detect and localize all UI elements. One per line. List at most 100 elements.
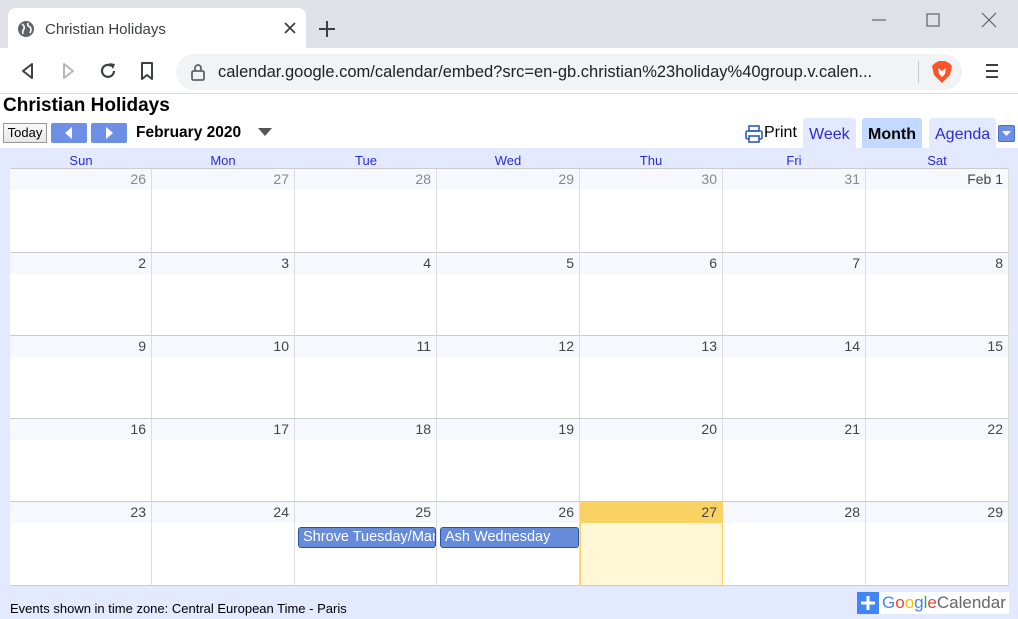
day-cell[interactable]: 10 (152, 336, 295, 419)
day-cell[interactable]: 2 (10, 253, 152, 336)
day-header-wed: Wed (494, 153, 522, 168)
day-cell[interactable]: Feb 1 (866, 169, 1009, 253)
today-button[interactable]: Today (3, 123, 47, 143)
day-cell[interactable]: 11 (295, 336, 437, 419)
day-number[interactable]: 14 (844, 338, 860, 354)
day-number[interactable]: 25 (415, 504, 431, 520)
day-number[interactable]: 28 (415, 171, 431, 187)
day-cell[interactable]: 3 (152, 253, 295, 336)
day-number[interactable]: 27 (273, 171, 289, 187)
day-number[interactable]: 31 (844, 171, 860, 187)
day-number[interactable]: 11 (416, 338, 431, 354)
day-cell[interactable]: 20 (580, 419, 723, 502)
tab-month[interactable]: Month (862, 118, 922, 148)
reload-icon[interactable] (98, 61, 118, 81)
forward-icon[interactable] (58, 61, 78, 81)
day-cell[interactable]: 23 (10, 502, 152, 586)
day-number[interactable]: 3 (281, 255, 289, 271)
day-number[interactable]: 22 (987, 421, 1003, 437)
day-number[interactable]: 26 (130, 171, 146, 187)
day-number[interactable]: 5 (566, 255, 574, 271)
day-number[interactable]: 13 (701, 338, 717, 354)
day-number[interactable]: 26 (558, 504, 574, 520)
day-cell[interactable]: 5 (437, 253, 580, 336)
day-number[interactable]: 8 (995, 255, 1003, 271)
day-cell[interactable]: 13 (580, 336, 723, 419)
day-number[interactable]: 6 (709, 255, 717, 271)
maximize-icon[interactable] (923, 10, 943, 30)
day-number[interactable]: 15 (987, 338, 1003, 354)
day-number[interactable]: Feb 1 (967, 171, 1003, 187)
day-cell[interactable]: 14 (723, 336, 866, 419)
tab-agenda[interactable]: Agenda (929, 118, 997, 148)
day-number[interactable]: 2 (138, 255, 146, 271)
browser-tab[interactable]: Christian Holidays (8, 8, 306, 48)
day-number[interactable]: 12 (558, 338, 574, 354)
day-cell[interactable]: 27 (580, 502, 723, 586)
day-header-fri: Fri (786, 153, 802, 168)
address-bar[interactable]: calendar.google.com/calendar/embed?src=e… (176, 54, 962, 90)
day-cell[interactable]: 15 (866, 336, 1009, 419)
day-number[interactable]: 29 (987, 504, 1003, 520)
day-cell[interactable]: 26 (10, 169, 152, 253)
day-cell[interactable]: 29 (866, 502, 1009, 586)
day-number[interactable]: 19 (558, 421, 574, 437)
day-number[interactable]: 20 (701, 421, 717, 437)
day-cell[interactable]: 7 (723, 253, 866, 336)
minimize-icon[interactable] (869, 10, 889, 30)
back-icon[interactable] (18, 61, 38, 81)
day-cell[interactable]: 24 (152, 502, 295, 586)
next-month-button[interactable] (91, 123, 127, 143)
day-cell[interactable]: 9 (10, 336, 152, 419)
event-chip[interactable]: Shrove Tuesday/Mardi Gras (298, 527, 436, 548)
print-icon[interactable] (744, 124, 764, 144)
lock-icon[interactable] (190, 63, 206, 81)
day-number[interactable]: 23 (130, 504, 146, 520)
close-window-icon[interactable] (979, 10, 999, 30)
event-chip[interactable]: Ash Wednesday (440, 527, 579, 548)
day-cell[interactable]: 19 (437, 419, 580, 502)
day-number[interactable]: 21 (844, 421, 860, 437)
day-cell[interactable]: 8 (866, 253, 1009, 336)
day-cell[interactable]: 22 (866, 419, 1009, 502)
browser-menu-icon[interactable] (982, 61, 1002, 81)
day-number[interactable]: 30 (701, 171, 717, 187)
day-cell[interactable]: 30 (580, 169, 723, 253)
day-number[interactable]: 7 (852, 255, 860, 271)
brave-shield-icon[interactable] (931, 60, 953, 84)
day-number[interactable]: 17 (273, 421, 289, 437)
url-text[interactable]: calendar.google.com/calendar/embed?src=e… (218, 63, 910, 82)
google-calendar-logo[interactable]: GoogleCalendar (857, 592, 1009, 614)
tab-week[interactable]: Week (803, 118, 856, 148)
day-number[interactable]: 29 (558, 171, 574, 187)
current-period-label[interactable]: February 2020 (136, 124, 241, 142)
day-cell[interactable]: 29 (437, 169, 580, 253)
day-number[interactable]: 16 (130, 421, 146, 437)
day-cell[interactable]: 21 (723, 419, 866, 502)
day-cell[interactable]: 17 (152, 419, 295, 502)
day-cell[interactable]: 28 (723, 502, 866, 586)
day-number[interactable]: 10 (273, 338, 289, 354)
bookmark-icon[interactable] (137, 61, 157, 81)
close-tab-icon[interactable] (282, 20, 298, 36)
day-number[interactable]: 4 (423, 255, 431, 271)
day-number[interactable]: 9 (138, 338, 146, 354)
day-number[interactable]: 24 (273, 504, 289, 520)
new-tab-icon[interactable] (317, 19, 337, 39)
day-cell[interactable]: 27 (152, 169, 295, 253)
day-cell[interactable]: 28 (295, 169, 437, 253)
tab-title: Christian Holidays (45, 21, 166, 38)
day-cell[interactable]: 31 (723, 169, 866, 253)
day-number[interactable]: 27 (701, 504, 717, 520)
day-number[interactable]: 18 (415, 421, 431, 437)
day-cell[interactable]: 18 (295, 419, 437, 502)
previous-month-button[interactable] (51, 123, 87, 143)
day-cell[interactable]: 16 (10, 419, 152, 502)
day-cell[interactable]: 12 (437, 336, 580, 419)
print-link[interactable]: Print (764, 124, 797, 142)
day-number[interactable]: 28 (844, 504, 860, 520)
calendar-list-toggle[interactable] (998, 125, 1015, 142)
day-cell[interactable]: 4 (295, 253, 437, 336)
day-cell[interactable]: 6 (580, 253, 723, 336)
chevron-down-icon[interactable] (258, 128, 272, 137)
